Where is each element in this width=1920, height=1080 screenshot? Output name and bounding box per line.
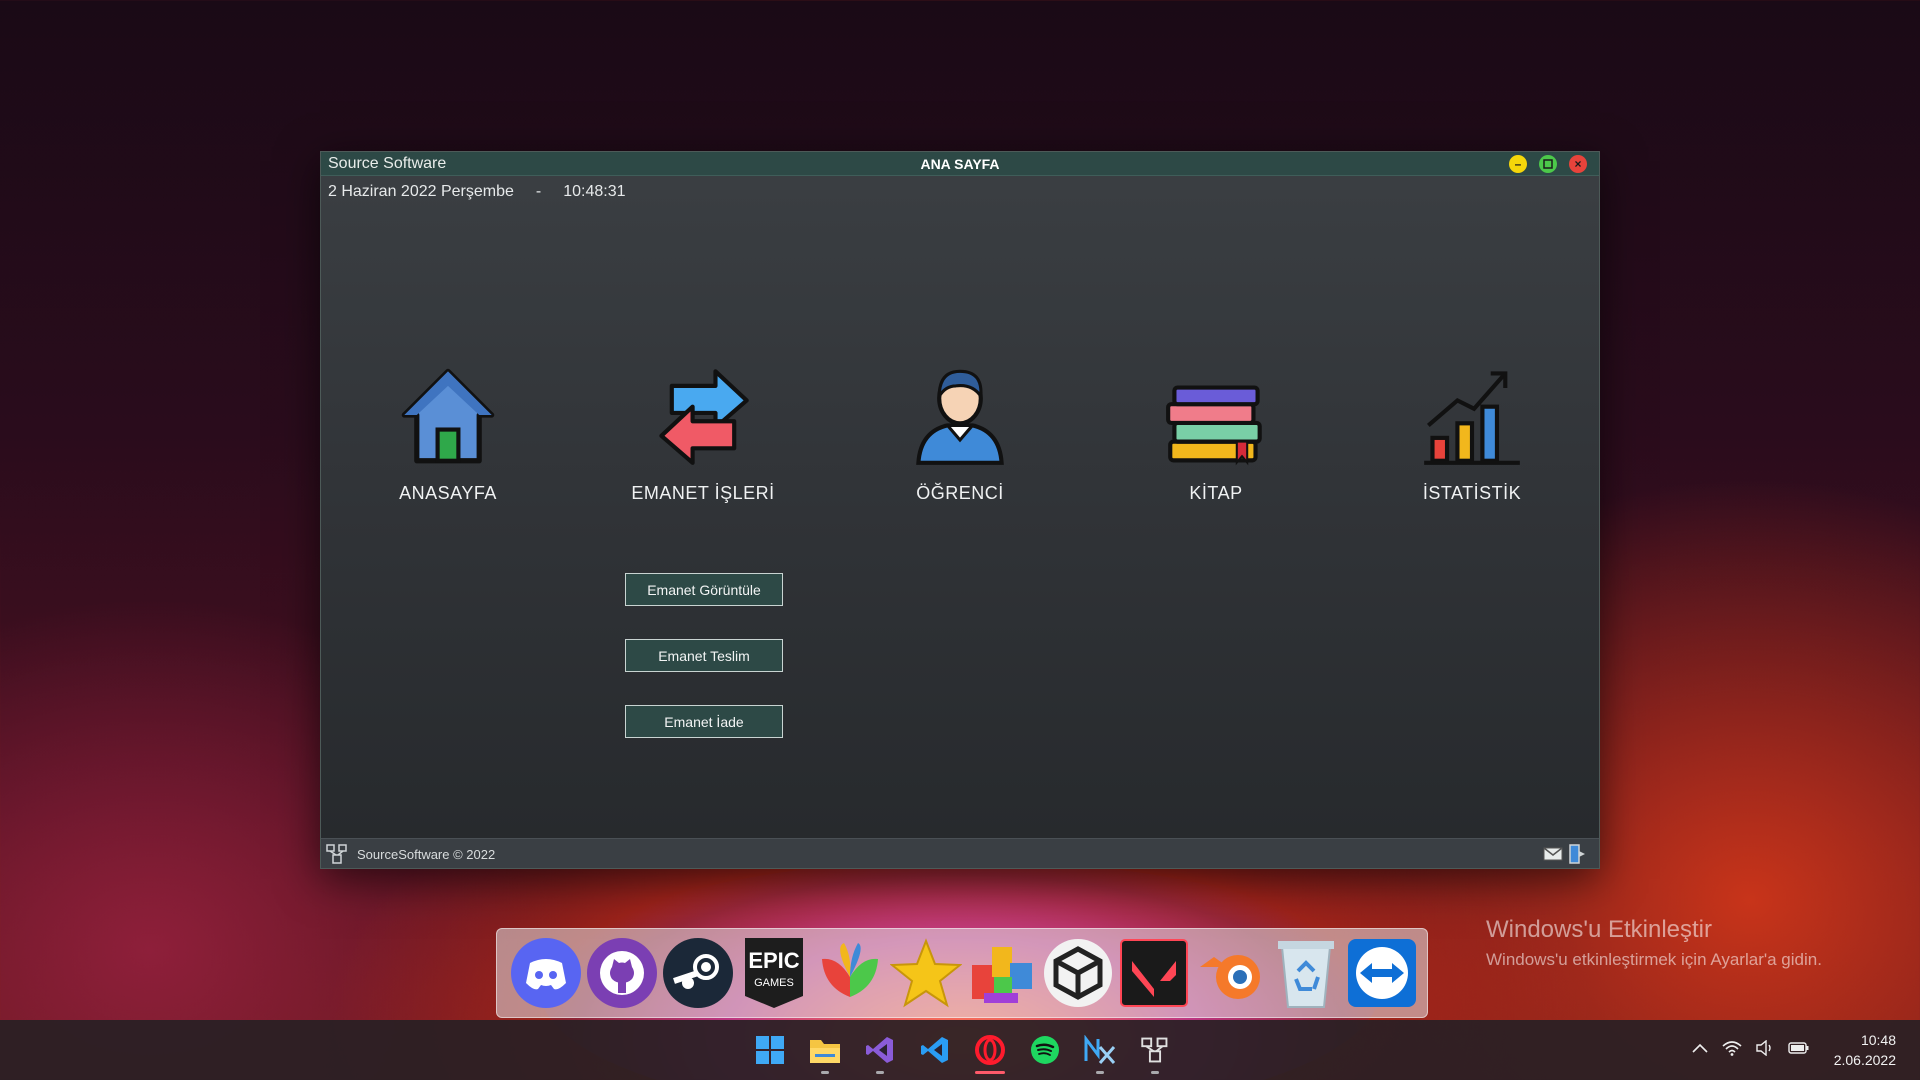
visual-studio-icon[interactable] [860,1030,900,1074]
window-controls: – × [1509,155,1587,173]
mail-icon[interactable] [1543,847,1563,861]
nav-label-anasayfa: ANASAYFA [399,483,497,503]
vscode-icon[interactable] [915,1030,955,1070]
valorant-icon[interactable] [1117,936,1191,1010]
unity-icon[interactable] [1041,936,1115,1010]
exchange-arrows-icon [659,369,749,465]
activation-title: Windows'u Etkinleştir [1486,916,1712,943]
statistics-chart-icon [1424,371,1520,465]
emanet-goruntule-button[interactable]: Emanet Görüntüle [625,573,783,606]
page-title: ANA SAYFA [920,156,1000,172]
books-icon [1166,385,1262,466]
teamviewer-icon[interactable] [1345,936,1419,1010]
taskbar: 10:48 2.06.2022 [0,1020,1920,1080]
taskbar-apps [750,1030,1175,1074]
blender-icon[interactable] [1193,936,1267,1010]
nav-kitap[interactable]: KİTAP [1116,357,1316,504]
close-icon: × [1574,157,1582,171]
epic-games-icon[interactable]: EPIC GAMES [737,936,811,1010]
clock-time: 10:48 [1860,1032,1896,1048]
battery-icon[interactable] [1788,1041,1810,1055]
app-window: Source Software ANA SAYFA – × 2 Haziran … [320,151,1600,869]
running-indicator [1151,1071,1159,1074]
current-time: 10:48:31 [563,183,626,200]
activation-subtitle: Windows'u etkinleştirmek için Ayarlar'a … [1486,950,1822,969]
volume-icon[interactable] [1756,1040,1774,1056]
nav-emanet-isleri[interactable]: EMANET İŞLERİ [603,357,803,504]
emanet-iade-button[interactable]: Emanet İade [625,705,783,738]
exit-icon[interactable] [1569,844,1587,864]
wifi-icon[interactable] [1722,1040,1742,1056]
maximize-button[interactable] [1539,155,1557,173]
nav-label-istatistik: İSTATİSTİK [1422,483,1522,503]
windows-activation-watermark: Windows'u Etkinleştir Windows'u etkinleş… [1486,916,1822,970]
blocks-app-icon[interactable] [965,936,1039,1010]
svg-text:EPIC: EPIC [748,948,799,973]
title-bar[interactable]: Source Software ANA SAYFA – × [321,152,1599,176]
nav-label-kitap: KİTAP [1189,483,1243,503]
app-dock: EPIC GAMES [496,928,1428,1018]
running-indicator [821,1071,829,1074]
current-date: 2 Haziran 2022 Perşembe [328,183,514,200]
status-bar: SourceSoftware © 2022 [321,838,1599,868]
github-icon[interactable] [585,936,659,1010]
emanet-teslim-button[interactable]: Emanet Teslim [625,639,783,672]
date-time-separator: - [535,183,542,200]
maximize-icon [1543,159,1553,169]
minimize-icon: – [1514,157,1522,171]
minimize-button[interactable]: – [1509,155,1527,173]
star-icon[interactable] [889,936,963,1010]
recycle-bin-icon[interactable] [1269,936,1343,1010]
chevron-up-icon[interactable] [1692,1043,1708,1053]
windows-start-icon[interactable] [750,1030,790,1070]
nav-istatistik[interactable]: İSTATİSTİK [1372,357,1572,504]
spotify-icon[interactable] [1025,1030,1065,1070]
main-navigation: ANASAYFA EMANET İŞLERİ ÖĞRENCİ KİTAP İST… [321,357,1599,527]
nav-label-ogrenci: ÖĞRENCİ [916,483,1004,503]
house-icon [401,368,495,464]
student-icon [916,369,1004,465]
taskbar-clock[interactable]: 10:48 2.06.2022 [1834,1030,1896,1070]
opera-icon[interactable] [970,1030,1010,1074]
source-software-icon[interactable] [1135,1030,1175,1074]
discord-icon[interactable] [509,936,583,1010]
running-indicator [975,1071,1005,1074]
nav-anasayfa[interactable]: ANASAYFA [348,357,548,504]
close-button[interactable]: × [1569,155,1587,173]
svg-text:GAMES: GAMES [754,977,794,989]
system-tray [1692,1040,1810,1056]
nav-ogrenci[interactable]: ÖĞRENCİ [860,357,1060,504]
running-indicator [1096,1071,1104,1074]
clock-date: 2.06.2022 [1833,1052,1896,1068]
file-explorer-icon[interactable] [805,1030,845,1074]
nx-icon[interactable] [1080,1030,1120,1074]
copyright-text: SourceSoftware © 2022 [357,847,496,862]
date-time-display: 2 Haziran 2022 Perşembe - 10:48:31 [328,183,626,201]
source-software-logo [326,844,347,864]
msn-butterfly-icon[interactable] [813,936,887,1010]
steam-icon[interactable] [661,936,735,1010]
running-indicator [876,1071,884,1074]
nav-label-emanet-isleri: EMANET İŞLERİ [631,483,775,503]
